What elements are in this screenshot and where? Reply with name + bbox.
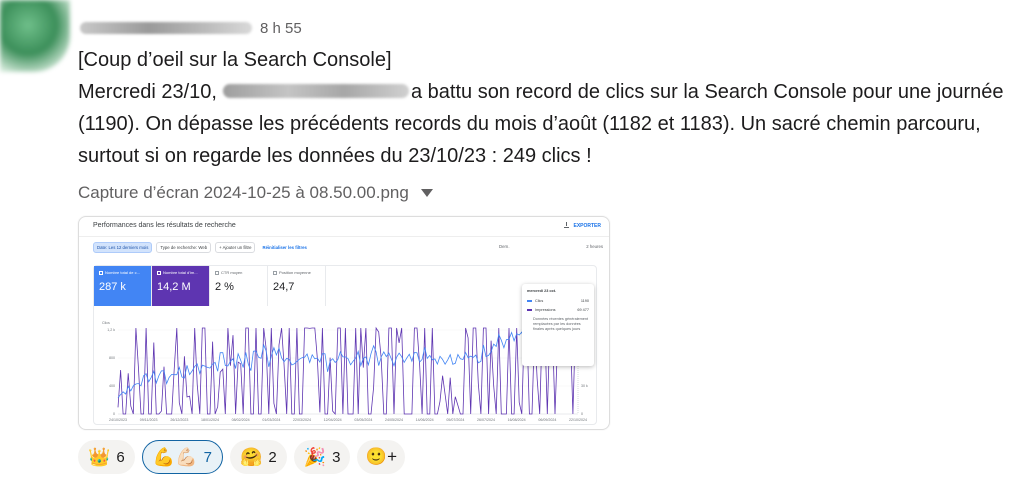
message-header: 8 h 55 [78,14,1018,42]
download-icon [564,222,570,228]
message-paragraph: [Coup d’oeil sur la Search Console] [78,49,392,71]
x-tick-label: 09/11/2023 [140,418,158,422]
reaction-count: 3 [332,448,341,466]
y-tick-label: 0 [113,412,115,416]
party-popper-icon: 🎉 [303,447,327,467]
message-text: Mercredi 23/10, [78,81,217,103]
message: 8 h 55 [Coup d’oeil sur la Search Consol… [78,14,1018,206]
add-reaction-icon: 🙂+ [365,447,398,466]
reset-filters-link: Réinitialiser les filtres [262,245,307,250]
attachment-image[interactable]: Performances dans les résultats de reche… [78,216,610,430]
metric-ctr: CTR moyen 2 % [210,266,268,306]
reaction-party[interactable]: 🎉 3 [293,440,351,474]
redacted-name [222,83,409,98]
legend-swatch-impressions [527,309,532,311]
x-tick-label: 24/05/2024 [385,418,403,422]
tooltip-date: mercredi 23 oct. [527,289,557,293]
x-tick-label: 03/05/2024 [354,418,372,422]
checkbox-icon [215,270,219,275]
gsc-header: Performances dans les résultats de reche… [79,217,609,237]
add-reaction-button[interactable]: 🙂+ [357,440,406,474]
x-tick-label: 05/07/2024 [446,418,464,422]
checkbox-icon [157,270,161,275]
reaction-crown[interactable]: 👑 6 [78,440,135,474]
x-tick-label: 12/04/2024 [324,418,342,422]
series-line-impressions [117,326,579,416]
metric-label: Position moyenne [279,270,311,275]
y-tick-label: 800 [109,356,115,360]
tooltip-value: 69 477 [577,308,589,312]
x-tick-label: 01/03/2024 [262,418,280,422]
legend-swatch-clicks [527,300,532,302]
message-paragraph: Mercredi 23/10, a battu son record de cli… [78,76,1018,172]
metric-total-clicks: Nombre total de c... 287 k [94,266,152,306]
y2-tick-label: 0 [581,412,583,416]
gsc-chart-card: Nombre total de c... 287 k Nombre total … [93,265,597,425]
metric-label: CTR moyen [221,270,243,275]
x-tick-label: 14/06/2024 [416,418,434,422]
message-body: [Coup d’oeil sur la Search Console] Merc… [78,44,1018,172]
x-tick-label: 08/02/2024 [232,418,250,422]
tooltip-value: 1190 [580,299,589,303]
x-tick-label: 22/10/2024 [569,418,587,422]
series-line-clicks [117,327,579,398]
tooltip-note: Données récentes généralement remplacées… [533,317,589,331]
filter-chip-add: + Ajouter un filtre [215,242,256,253]
tooltip-label: Clics [535,299,544,303]
reactions-bar: 👑 6 💪💪🏻 7 🤗 2 🎉 3 🙂+ [78,440,406,474]
metric-total-impressions: Nombre total d'im... 14,2 M [152,266,210,306]
gsc-last-update-label: Dern. [499,244,510,249]
x-tick-label: 26/07/2024 [477,418,495,422]
x-tick-label: 18/01/2024 [201,418,219,422]
metric-label: Nombre total de c... [105,270,140,275]
metric-value: 2 % [215,281,234,293]
avatar[interactable] [0,0,70,72]
chart-tooltip: mercredi 23 oct. Clics 1190 Impressions … [522,284,594,366]
x-tick-label: 16/08/2024 [508,418,526,422]
filter-chip-type: Type de recherche: Web [156,242,212,253]
metric-label: Nombre total d'im... [163,270,198,275]
y2-tick-label: 30 k [581,384,588,388]
gsc-title: Performances dans les résultats de reche… [93,222,236,229]
gsc-filters: Date: Les 12 derniers mois Type de reche… [93,242,307,253]
filter-chip-date: Date: Les 12 derniers mois [93,242,153,253]
attachment-header: Capture d’écran 2024-10-25 à 08.50.00.pn… [78,180,1018,206]
author-name-redacted[interactable] [80,22,252,34]
tooltip-label: Impressions [535,308,556,312]
reaction-count: 7 [203,448,212,466]
x-tick-label: 22/03/2024 [293,418,311,422]
export-button: EXPORTER [564,222,601,229]
hugging-face-icon: 🤗 [239,447,263,467]
reaction-count: 6 [116,448,125,466]
y-tick-label: 400 [109,384,115,388]
attachment-filename[interactable]: Capture d’écran 2024-10-25 à 08.50.00.pn… [78,183,409,203]
y-axis-title: Clics [102,321,110,325]
message-timestamp[interactable]: 8 h 55 [260,20,302,37]
reaction-muscle[interactable]: 💪💪🏻 7 [141,440,223,474]
metric-value: 287 k [99,281,126,293]
x-tick-label: 26/12/2023 [170,418,188,422]
metric-position: Position moyenne 24,7 [268,266,326,306]
collapse-caret-icon[interactable] [420,189,433,197]
reaction-count: 2 [268,448,277,466]
export-label: EXPORTER [573,223,601,229]
checkbox-icon [99,270,103,275]
tooltip-row-clicks: Clics 1190 [527,299,589,303]
checkbox-icon [273,270,277,275]
reaction-hug[interactable]: 🤗 2 [229,440,287,474]
metric-value: 14,2 M [157,281,191,293]
x-tick-label: 24/10/2023 [109,418,127,422]
tooltip-row-impressions: Impressions 69 477 [527,308,589,312]
crown-icon: 👑 [88,447,111,467]
x-tick-label: 06/09/2024 [538,418,556,422]
metric-value: 24,7 [273,281,295,293]
gsc-last-update: 2 heures [586,244,603,249]
y-tick-label: 1,2 k [107,328,115,332]
muscle-icon: 💪💪🏻 [152,447,198,467]
